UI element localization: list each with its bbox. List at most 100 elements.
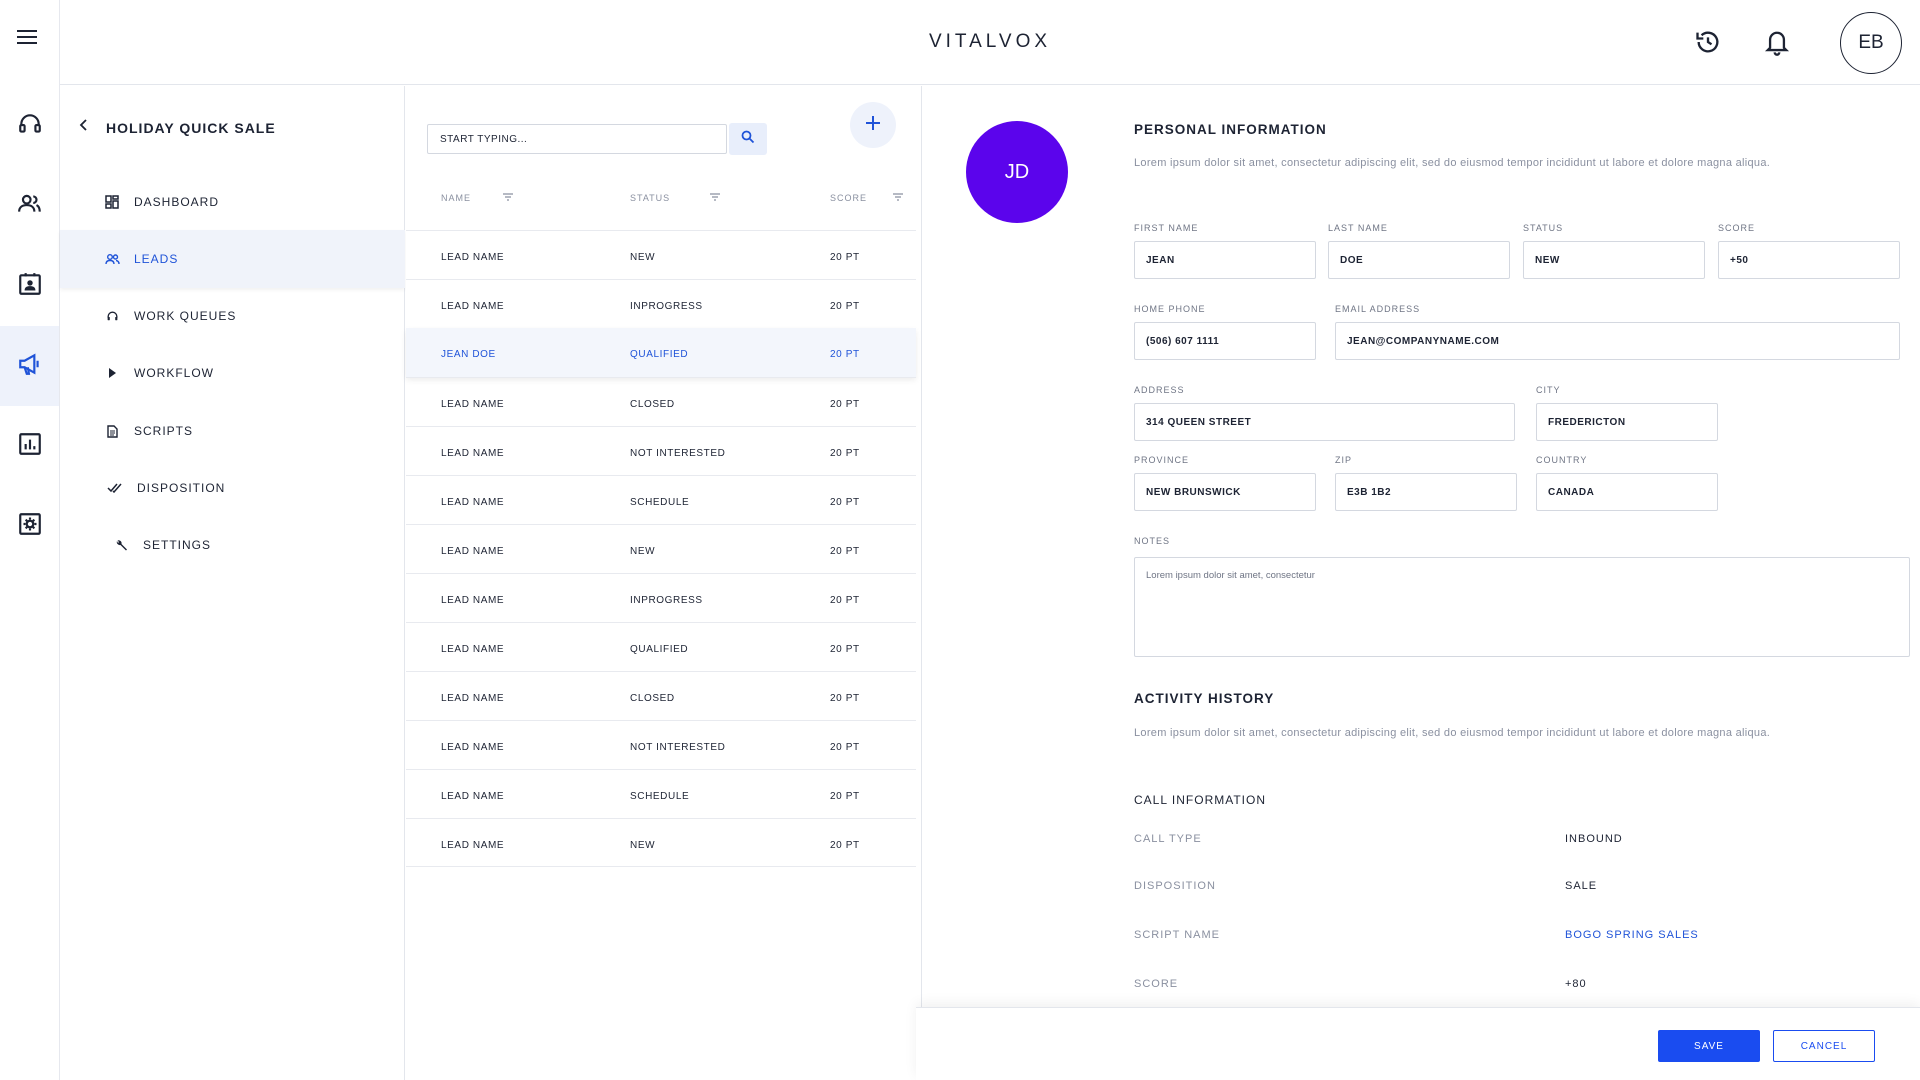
email-label: EMAIL ADDRESS xyxy=(1335,304,1421,314)
rail-reports[interactable] xyxy=(0,406,59,486)
search-button[interactable] xyxy=(729,123,767,155)
nav-item-dashboard[interactable]: DASHBOARD xyxy=(60,173,405,231)
score-label: SCORE xyxy=(1718,223,1756,233)
nav-item-settings[interactable]: SETTINGS xyxy=(60,516,405,574)
table-row[interactable]: LEAD NAME CLOSED 20 PT xyxy=(406,377,916,426)
chevron-left-icon[interactable] xyxy=(78,118,90,137)
lead-avatar: JD xyxy=(966,121,1068,223)
column-header-name[interactable]: NAME xyxy=(441,193,514,203)
address-field[interactable] xyxy=(1134,403,1515,441)
leads-list-panel: NAME STATUS SCORE LEAD NAME NEW 20 PT LEAD… xyxy=(406,86,922,1080)
user-avatar[interactable]: EB xyxy=(1840,12,1902,74)
table-row[interactable]: LEAD NAME NOT INTERESTED 20 PT xyxy=(406,426,916,475)
last-name-field[interactable] xyxy=(1328,241,1510,279)
lead-status: QUALIFIED xyxy=(630,349,689,360)
filter-icon[interactable] xyxy=(503,193,514,203)
score-field[interactable] xyxy=(1718,241,1900,279)
contact-card-icon xyxy=(17,271,43,302)
rail-contact-card[interactable] xyxy=(0,246,59,326)
rail-campaigns[interactable] xyxy=(0,326,59,406)
call-type-label: CALL TYPE xyxy=(1134,833,1202,845)
lead-score: 20 PT xyxy=(830,399,860,410)
lead-name: LEAD NAME xyxy=(441,644,505,655)
add-lead-button[interactable] xyxy=(850,102,896,148)
bell-icon[interactable] xyxy=(1762,27,1792,57)
filter-icon[interactable] xyxy=(710,193,721,203)
table-row[interactable]: LEAD NAME NEW 20 PT xyxy=(406,818,916,867)
contacts-icon xyxy=(17,191,43,222)
history-icon[interactable] xyxy=(1693,27,1723,57)
cancel-button[interactable]: CANCEL xyxy=(1773,1030,1875,1062)
lead-name: LEAD NAME xyxy=(441,448,505,459)
lead-name: JEAN DOE xyxy=(441,349,496,360)
nav-item-workflow[interactable]: WORKFLOW xyxy=(60,344,405,402)
lead-status: SCHEDULE xyxy=(630,497,690,508)
plus-icon xyxy=(865,115,881,136)
email-field[interactable] xyxy=(1335,322,1900,360)
icon-rail xyxy=(0,0,60,1080)
score-history-value: +80 xyxy=(1565,978,1587,990)
table-row[interactable]: LEAD NAME NEW 20 PT xyxy=(406,230,916,279)
lead-status: NEW xyxy=(630,546,656,557)
lead-name: LEAD NAME xyxy=(441,252,505,263)
nav-item-label: SCRIPTS xyxy=(134,424,194,438)
lead-status: QUALIFIED xyxy=(630,644,689,655)
table-row[interactable]: LEAD NAME INPROGRESS 20 PT xyxy=(406,573,916,622)
status-label: STATUS xyxy=(1523,223,1564,233)
nav-item-work-queues[interactable]: WORK QUEUES xyxy=(60,287,405,345)
table-row[interactable]: LEAD NAME CLOSED 20 PT xyxy=(406,671,916,720)
call-information-title: CALL INFORMATION xyxy=(1134,793,1267,807)
city-field[interactable] xyxy=(1536,403,1718,441)
column-header-score[interactable]: SCORE xyxy=(830,193,904,203)
column-header-status[interactable]: STATUS xyxy=(630,193,721,203)
disposition-value: SALE xyxy=(1565,880,1598,892)
lead-detail-panel: JD PERSONAL INFORMATION Lorem ipsum dolo… xyxy=(924,86,1920,1080)
table-row[interactable]: LEAD NAME NEW 20 PT xyxy=(406,524,916,573)
lead-score: 20 PT xyxy=(830,644,860,655)
status-field[interactable] xyxy=(1523,241,1705,279)
table-row[interactable]: LEAD NAME INPROGRESS 20 PT xyxy=(406,279,916,328)
wrench-icon xyxy=(113,537,129,553)
script-name-label: SCRIPT NAME xyxy=(1134,929,1220,941)
table-row[interactable]: LEAD NAME SCHEDULE 20 PT xyxy=(406,769,916,818)
rail-contacts[interactable] xyxy=(0,166,59,246)
dashboard-icon xyxy=(104,194,120,210)
script-name-link[interactable]: BOGO SPRING SALES xyxy=(1565,929,1699,941)
nav-item-scripts[interactable]: SCRIPTS xyxy=(60,402,405,460)
call-type-value: INBOUND xyxy=(1565,833,1623,845)
lead-status: INPROGRESS xyxy=(630,301,703,312)
activity-history-title: ACTIVITY HISTORY xyxy=(1134,691,1275,706)
action-footer: SAVE CANCEL xyxy=(916,1007,1920,1080)
nav-item-label: DISPOSITION xyxy=(137,481,226,495)
notes-field[interactable]: Lorem ipsum dolor sit amet, consectetur xyxy=(1134,557,1910,657)
home-phone-field[interactable] xyxy=(1134,322,1316,360)
zip-field[interactable] xyxy=(1335,473,1517,511)
table-row[interactable]: LEAD NAME QUALIFIED 20 PT xyxy=(406,622,916,671)
leads-table: LEAD NAME NEW 20 PT LEAD NAME INPROGRESS 20 … xyxy=(406,230,916,867)
personal-info-description: Lorem ipsum dolor sit amet, consectetur … xyxy=(1134,157,1771,169)
nav-item-label: DASHBOARD xyxy=(134,195,220,209)
rail-headset[interactable] xyxy=(0,86,59,166)
lead-score: 20 PT xyxy=(830,840,860,851)
hamburger-menu-icon[interactable] xyxy=(17,28,39,51)
country-label: COUNTRY xyxy=(1536,455,1588,465)
column-header-label: STATUS xyxy=(630,193,671,203)
lead-score: 20 PT xyxy=(830,252,860,263)
province-field[interactable] xyxy=(1134,473,1316,511)
save-button[interactable]: SAVE xyxy=(1658,1030,1760,1062)
nav-item-disposition[interactable]: DISPOSITION xyxy=(60,459,405,517)
headset-icon xyxy=(104,308,120,324)
top-bar: VITALVOX EB xyxy=(60,0,1920,85)
notes-label: NOTES xyxy=(1134,536,1171,546)
country-field[interactable] xyxy=(1536,473,1718,511)
first-name-field[interactable] xyxy=(1134,241,1316,279)
search-input[interactable] xyxy=(427,124,727,154)
table-row-selected[interactable]: JEAN DOE QUALIFIED 20 PT xyxy=(406,328,916,377)
filter-icon[interactable] xyxy=(893,193,904,203)
settings-gear-icon xyxy=(17,511,43,542)
table-row[interactable]: LEAD NAME NOT INTERESTED 20 PT xyxy=(406,720,916,769)
table-row[interactable]: LEAD NAME SCHEDULE 20 PT xyxy=(406,475,916,524)
nav-item-leads[interactable]: LEADS xyxy=(60,230,405,288)
rail-settings[interactable] xyxy=(0,486,59,566)
secondary-nav: HOLIDAY QUICK SALE DASHBOARD LEADS WORK … xyxy=(60,86,405,1080)
